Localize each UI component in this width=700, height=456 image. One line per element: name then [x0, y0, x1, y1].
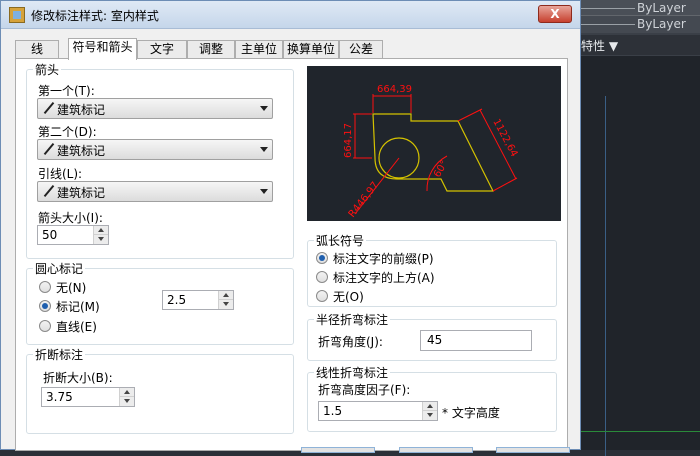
arrow-size-label: 箭头大小(I):	[38, 211, 103, 225]
leader-arrow-combo[interactable]: 建筑标记	[37, 181, 273, 202]
center-mark-none-label: 无(N)	[56, 281, 87, 295]
leader-arrow-label: 引线(L):	[38, 167, 83, 181]
jog-height-factor-label: 折弯高度因子(F):	[318, 383, 411, 397]
second-arrow-combo[interactable]: 建筑标记	[37, 139, 273, 160]
text-height-unit-label: * 文字高度	[442, 406, 500, 420]
dimension-break-group: 折断标注 折断大小(B): 3.75	[26, 346, 294, 434]
jog-height-factor-value: 1.5	[323, 404, 343, 418]
dim-right-ext-top	[457, 108, 483, 122]
radio-indicator	[316, 252, 328, 264]
jog-height-factor-spinner[interactable]: 1.5	[318, 401, 438, 421]
radio-indicator	[316, 271, 328, 283]
linear-jog-group-title: 线性折弯标注	[314, 364, 391, 381]
ok-button[interactable]	[301, 447, 375, 453]
spin-down-icon[interactable]	[423, 411, 437, 420]
center-mark-size-value: 2.5	[167, 293, 187, 307]
tab-primary-units[interactable]: 主单位	[235, 40, 283, 59]
spin-up-icon[interactable]	[94, 226, 108, 235]
chevron-down-icon	[260, 106, 268, 111]
leader-arrow-value: 建筑标记	[57, 186, 106, 200]
radio-indicator	[316, 290, 328, 302]
architectural-tick-icon	[43, 185, 55, 197]
properties-panel-button[interactable]: 特性 ▼	[575, 35, 700, 55]
help-button[interactable]	[496, 447, 570, 453]
jog-angle-label: 折弯角度(J):	[318, 335, 383, 349]
tab-page-symbols-arrows: 箭头 第一个(T): 建筑标记 第二个(D): 建筑标记 引线(L): 建筑标记…	[15, 58, 568, 451]
arc-none-label: 无(O)	[333, 290, 364, 304]
tab-alternate-units[interactable]: 换算单位	[283, 40, 339, 59]
lineweight-value: ByLayer	[637, 17, 686, 31]
jog-angle-value: 45	[427, 333, 443, 347]
arc-above-label: 标注文字的上方(A)	[333, 271, 435, 285]
arrow-size-value: 50	[42, 228, 58, 242]
arrowheads-group-title: 箭头	[33, 61, 62, 78]
modify-dimension-style-dialog: 修改标注样式: 室内样式 X 线 符号和箭头 文字 调整 主单位 换算单位 公差…	[0, 0, 581, 453]
cancel-button[interactable]	[399, 447, 473, 453]
arrow-size-spinner[interactable]: 50	[37, 225, 109, 245]
close-button[interactable]: X	[538, 5, 572, 23]
spin-up-icon[interactable]	[219, 291, 233, 300]
tab-symbols-arrows[interactable]: 符号和箭头	[68, 38, 137, 60]
canvas-axis-line	[575, 431, 700, 432]
preview-drawing: 664,39 664,17 1122,64 60° R446,97	[343, 84, 519, 220]
center-mark-mark-label: 标记(M)	[56, 300, 100, 314]
preview-part-outline	[372, 113, 494, 192]
properties-label: 特性 ▼	[581, 39, 619, 53]
radius-jog-group-title: 半径折弯标注	[314, 311, 391, 328]
dimension-preview: 664,39 664,17 1122,64 60° R446,97	[307, 66, 561, 221]
break-size-label: 折断大小(B):	[43, 371, 113, 385]
arc-prefix-label: 标注文字的前缀(P)	[333, 252, 434, 266]
app-icon	[9, 7, 25, 23]
center-mark-size-spinner[interactable]: 2.5	[162, 290, 234, 310]
dim-right-ext-bottom	[492, 177, 518, 192]
arrowheads-group: 箭头 第一个(T): 建筑标记 第二个(D): 建筑标记 引线(L): 建筑标记…	[26, 61, 294, 259]
chevron-down-icon	[260, 147, 268, 152]
background-cad-app: ByLayer ByLayer 特性 ▼	[575, 0, 700, 456]
radius-jog-group: 半径折弯标注 折弯角度(J): 45	[307, 311, 557, 361]
first-arrow-combo[interactable]: 建筑标记	[37, 98, 273, 119]
center-mark-line-label: 直线(E)	[56, 320, 97, 334]
tab-lines[interactable]: 线	[15, 40, 59, 59]
dim-angle-text: 60°	[432, 159, 450, 180]
jog-angle-input[interactable]: 45	[420, 330, 532, 351]
linear-jog-group: 线性折弯标注 折弯高度因子(F): 1.5 * 文字高度	[307, 364, 557, 432]
chevron-down-icon	[260, 189, 268, 194]
radio-indicator	[39, 300, 51, 312]
first-arrow-value: 建筑标记	[57, 103, 106, 117]
architectural-tick-icon	[43, 143, 55, 155]
spin-down-icon[interactable]	[94, 235, 108, 244]
spin-up-icon[interactable]	[120, 388, 134, 397]
dialog-title: 修改标注样式: 室内样式	[31, 9, 159, 23]
radio-indicator	[39, 281, 51, 293]
arc-length-group-title: 弧长符号	[314, 232, 367, 249]
tab-fit[interactable]: 调整	[187, 40, 235, 59]
tab-tolerances[interactable]: 公差	[339, 40, 383, 59]
dim-left-text: 664,17	[343, 123, 354, 158]
second-arrow-label: 第二个(D):	[38, 125, 97, 139]
arc-length-group: 弧长符号 标注文字的前缀(P) 标注文字的上方(A) 无(O)	[307, 232, 557, 307]
spin-down-icon[interactable]	[120, 397, 134, 406]
center-marks-group: 圆心标记 无(N) 标记(M) 直线(E) 2.5	[26, 260, 294, 345]
first-arrow-label: 第一个(T):	[38, 84, 95, 98]
dim-radius-text: R446,97	[347, 180, 381, 220]
spin-down-icon[interactable]	[219, 300, 233, 309]
drawing-canvas[interactable]	[575, 56, 700, 456]
canvas-guide-line	[605, 96, 606, 456]
architectural-tick-icon	[43, 102, 55, 114]
second-arrow-value: 建筑标记	[57, 144, 106, 158]
dim-top-text: 664,39	[377, 84, 412, 95]
spin-up-icon[interactable]	[423, 402, 437, 411]
break-size-value: 3.75	[46, 390, 73, 404]
tab-text[interactable]: 文字	[137, 40, 187, 59]
radio-indicator	[39, 320, 51, 332]
break-size-spinner[interactable]: 3.75	[41, 387, 135, 407]
dimension-break-group-title: 折断标注	[33, 346, 86, 363]
linetype-value: ByLayer	[637, 1, 686, 15]
center-marks-group-title: 圆心标记	[33, 260, 86, 277]
lineweight-combo[interactable]: ByLayer	[575, 15, 700, 33]
dialog-titlebar[interactable]: 修改标注样式: 室内样式 X	[1, 1, 580, 29]
